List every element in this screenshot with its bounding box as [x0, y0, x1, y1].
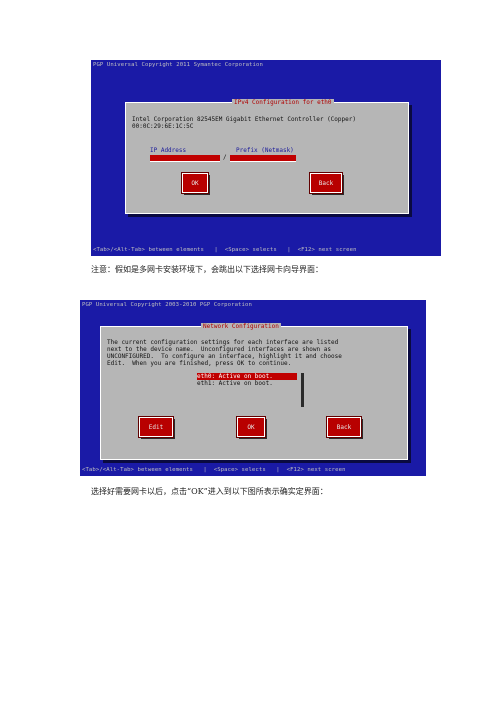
- dialog-body-line-1: The current configuration settings for e…: [107, 339, 339, 346]
- device-name: Intel Corporation 82545EM Gigabit Ethern…: [132, 116, 356, 123]
- screen-footer: <Tab>/<Alt-Tab> between elements | <Spac…: [93, 247, 357, 253]
- dialog-title: IPv4 Configuration for eth0: [232, 99, 334, 106]
- back-button[interactable]: Back: [326, 416, 362, 438]
- dialog-body-line-4: Edit. When you are finished, press OK to…: [107, 360, 292, 367]
- mac-address: 00:0C:29:6E:1C:5C: [132, 123, 194, 130]
- dialog-body-line-3: UNCONFIGURED. To configure an interface,…: [107, 353, 342, 360]
- field-separator: /: [223, 154, 227, 161]
- dialog-body-line-2: next to the device name. Unconfigured in…: [107, 346, 331, 353]
- network-config-dialog: Network Configuration The current config…: [100, 323, 408, 460]
- edit-button[interactable]: Edit: [138, 416, 174, 438]
- screen-header: PGP Universal Copyright 2011 Symantec Co…: [93, 62, 263, 68]
- ok-button[interactable]: OK: [181, 172, 209, 194]
- list-scrollbar[interactable]: [301, 373, 304, 407]
- caption-select-nic-next: 选择好需要网卡以后，点击“OK”进入到以下图所表示确实定界面：: [91, 487, 328, 496]
- interface-list-item-eth1[interactable]: eth1: Active on boot.: [197, 380, 297, 387]
- prefix-label: Prefix (Netmask): [236, 147, 294, 154]
- network-config-screenshot: PGP Universal Copyright 2003-2010 PGP Co…: [80, 300, 426, 476]
- dialog-title: Network Configuration: [201, 323, 281, 330]
- prefix-input[interactable]: [230, 155, 296, 162]
- screen-footer: <Tab>/<Alt-Tab> between elements | <Spac…: [82, 467, 346, 473]
- ipv4-config-screenshot: PGP Universal Copyright 2011 Symantec Co…: [91, 60, 441, 256]
- interface-list-item-eth0[interactable]: eth0: Active on boot.: [197, 373, 297, 380]
- ipv4-config-dialog: IPv4 Configuration for eth0 Intel Corpor…: [125, 99, 409, 214]
- ok-button[interactable]: OK: [236, 416, 266, 438]
- screen-header: PGP Universal Copyright 2003-2010 PGP Co…: [82, 302, 252, 308]
- caption-multi-nic-note: 注意：假如是多网卡安装环境下，会跳出以下选择网卡向导界面：: [91, 265, 323, 274]
- ip-address-label: IP Address: [150, 147, 187, 154]
- ip-address-input[interactable]: [150, 155, 220, 162]
- back-button[interactable]: Back: [309, 172, 343, 194]
